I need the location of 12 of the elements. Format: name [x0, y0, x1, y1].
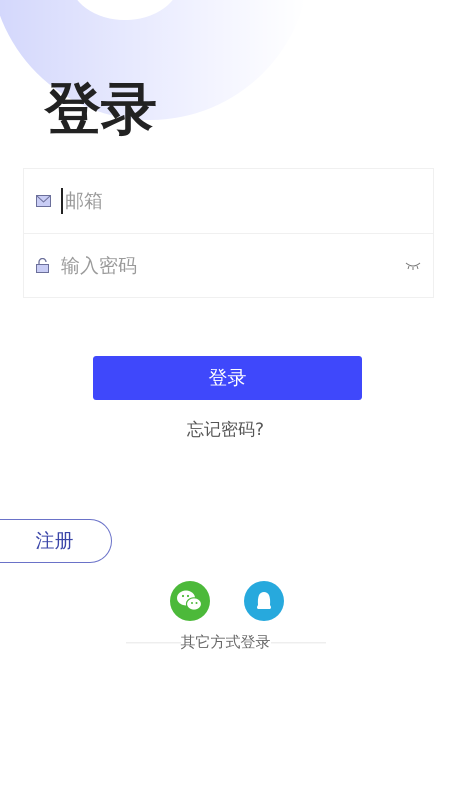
envelope-icon: [36, 195, 51, 207]
page-title: 登录: [45, 78, 157, 142]
chat-bubbles-icon[interactable]: [170, 581, 210, 621]
other-login-methods-label: 其它方式登录: [180, 633, 270, 652]
register-button[interactable]: 注册: [0, 519, 112, 563]
forgot-password-link[interactable]: 忘记密码?: [186, 418, 264, 441]
text-cursor: [61, 188, 63, 214]
password-field[interactable]: 输入密码: [59, 254, 395, 278]
login-button[interactable]: 登录: [93, 356, 362, 400]
padlock-icon: [36, 258, 49, 273]
email-field[interactable]: 邮箱: [63, 189, 421, 213]
closed-eye-icon[interactable]: [405, 262, 421, 270]
